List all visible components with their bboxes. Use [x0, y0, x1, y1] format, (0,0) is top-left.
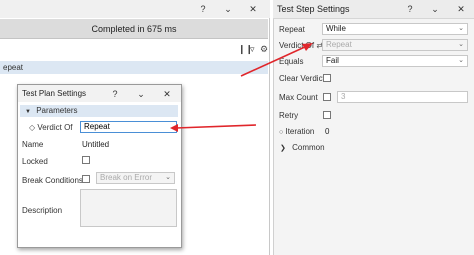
- arrow-to-plan-verdict: [170, 124, 257, 132]
- annotation-arrows: [170, 43, 313, 132]
- arrow-to-step-verdict: [240, 43, 313, 77]
